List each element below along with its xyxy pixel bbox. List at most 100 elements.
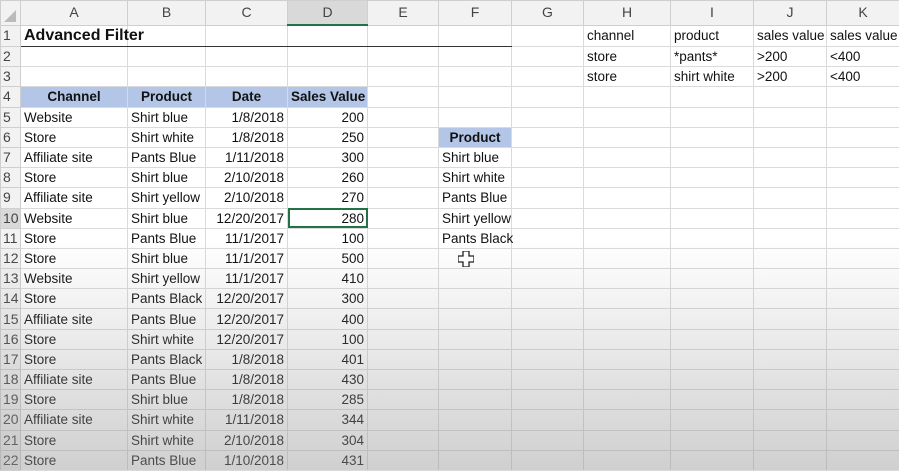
cell-A11[interactable]: Store	[21, 228, 128, 248]
cell-F18[interactable]	[439, 370, 512, 390]
cell-A2[interactable]	[21, 47, 128, 67]
cell-K21[interactable]	[827, 430, 899, 450]
cell-D9[interactable]: 270	[288, 188, 368, 208]
cell-E18[interactable]	[368, 370, 439, 390]
cell-I17[interactable]	[671, 349, 754, 369]
cell-I18[interactable]	[671, 370, 754, 390]
cell-C6[interactable]: 1/8/2018	[206, 127, 288, 147]
cell-H4[interactable]	[584, 87, 671, 107]
row-header-14[interactable]: 14	[1, 289, 21, 309]
cell-H2[interactable]: store	[584, 47, 671, 67]
cell-G17[interactable]	[512, 349, 584, 369]
cell-D14[interactable]: 300	[288, 289, 368, 309]
cell-C5[interactable]: 1/8/2018	[206, 107, 288, 127]
cell-D21[interactable]: 304	[288, 430, 368, 450]
cell-K15[interactable]	[827, 309, 899, 329]
cell-K4[interactable]	[827, 87, 899, 107]
cell-J2[interactable]: >200	[754, 47, 827, 67]
select-all-corner[interactable]	[4, 10, 16, 22]
cell-C14[interactable]: 12/20/2017	[206, 289, 288, 309]
cell-I8[interactable]	[671, 168, 754, 188]
cell-K1[interactable]: sales value	[827, 25, 899, 47]
cell-H20[interactable]	[584, 410, 671, 430]
cell-F8[interactable]: Shirt white	[439, 168, 512, 188]
cell-D18[interactable]: 430	[288, 370, 368, 390]
cell-A15[interactable]: Affiliate site	[21, 309, 128, 329]
cell-E1[interactable]	[368, 25, 439, 47]
cell-K18[interactable]	[827, 370, 899, 390]
cell-I22[interactable]	[671, 450, 754, 470]
cell-I20[interactable]	[671, 410, 754, 430]
cell-J11[interactable]	[754, 228, 827, 248]
cell-I9[interactable]	[671, 188, 754, 208]
cell-B20[interactable]: Shirt white	[128, 410, 206, 430]
cell-D20[interactable]: 344	[288, 410, 368, 430]
cell-H10[interactable]	[584, 208, 671, 228]
cell-J5[interactable]	[754, 107, 827, 127]
cell-C7[interactable]: 1/11/2018	[206, 147, 288, 167]
cell-D19[interactable]: 285	[288, 390, 368, 410]
cell-J20[interactable]	[754, 410, 827, 430]
cell-C3[interactable]	[206, 67, 288, 87]
row-header-16[interactable]: 16	[1, 329, 21, 349]
cell-J8[interactable]	[754, 168, 827, 188]
row-header-12[interactable]: 12	[1, 248, 21, 268]
cell-G19[interactable]	[512, 390, 584, 410]
cell-K6[interactable]	[827, 127, 899, 147]
cell-I7[interactable]	[671, 147, 754, 167]
cell-F19[interactable]	[439, 390, 512, 410]
cell-C9[interactable]: 2/10/2018	[206, 188, 288, 208]
cell-K22[interactable]	[827, 450, 899, 470]
cell-A20[interactable]: Affiliate site	[21, 410, 128, 430]
row-header-21[interactable]: 21	[1, 430, 21, 450]
cell-F16[interactable]	[439, 329, 512, 349]
column-header-F[interactable]: F	[439, 1, 512, 26]
row-header-22[interactable]: 22	[1, 450, 21, 470]
cell-H21[interactable]	[584, 430, 671, 450]
spreadsheet-grid[interactable]: ABCDEFGHIJK1Advanced Filterchannelproduc…	[0, 0, 899, 471]
cell-G6[interactable]	[512, 127, 584, 147]
cell-I14[interactable]	[671, 289, 754, 309]
cell-E11[interactable]	[368, 228, 439, 248]
column-header-D[interactable]: D	[288, 1, 368, 26]
cell-F3[interactable]	[439, 67, 512, 87]
cell-B19[interactable]: Shirt blue	[128, 390, 206, 410]
cell-G20[interactable]	[512, 410, 584, 430]
cell-H9[interactable]	[584, 188, 671, 208]
cell-K2[interactable]: <400	[827, 47, 899, 67]
cell-F4[interactable]	[439, 87, 512, 107]
cell-G9[interactable]	[512, 188, 584, 208]
cell-H1[interactable]: channel	[584, 25, 671, 47]
cell-D10[interactable]: 280	[288, 208, 368, 228]
cell-E7[interactable]	[368, 147, 439, 167]
cell-A14[interactable]: Store	[21, 289, 128, 309]
cell-B8[interactable]: Shirt blue	[128, 168, 206, 188]
cell-I16[interactable]	[671, 329, 754, 349]
cell-H6[interactable]	[584, 127, 671, 147]
cell-G16[interactable]	[512, 329, 584, 349]
cell-E12[interactable]	[368, 248, 439, 268]
cell-B7[interactable]: Pants Blue	[128, 147, 206, 167]
cell-C21[interactable]: 2/10/2018	[206, 430, 288, 450]
cell-C20[interactable]: 1/11/2018	[206, 410, 288, 430]
cell-G8[interactable]	[512, 168, 584, 188]
cell-C13[interactable]: 11/1/2017	[206, 269, 288, 289]
cell-I3[interactable]: shirt white	[671, 67, 754, 87]
cell-A3[interactable]	[21, 67, 128, 87]
cell-J7[interactable]	[754, 147, 827, 167]
cell-C16[interactable]: 12/20/2017	[206, 329, 288, 349]
cell-G22[interactable]	[512, 450, 584, 470]
cell-F5[interactable]	[439, 107, 512, 127]
column-header-E[interactable]: E	[368, 1, 439, 26]
cell-I5[interactable]	[671, 107, 754, 127]
cell-E8[interactable]	[368, 168, 439, 188]
cell-F11[interactable]: Pants Black	[439, 228, 512, 248]
cell-F15[interactable]	[439, 309, 512, 329]
cell-J12[interactable]	[754, 248, 827, 268]
row-header-6[interactable]: 6	[1, 127, 21, 147]
cell-C11[interactable]: 11/1/2017	[206, 228, 288, 248]
cell-F6[interactable]: Product	[439, 127, 512, 147]
column-header-J[interactable]: J	[754, 1, 827, 26]
cell-B14[interactable]: Pants Black	[128, 289, 206, 309]
cell-K14[interactable]	[827, 289, 899, 309]
